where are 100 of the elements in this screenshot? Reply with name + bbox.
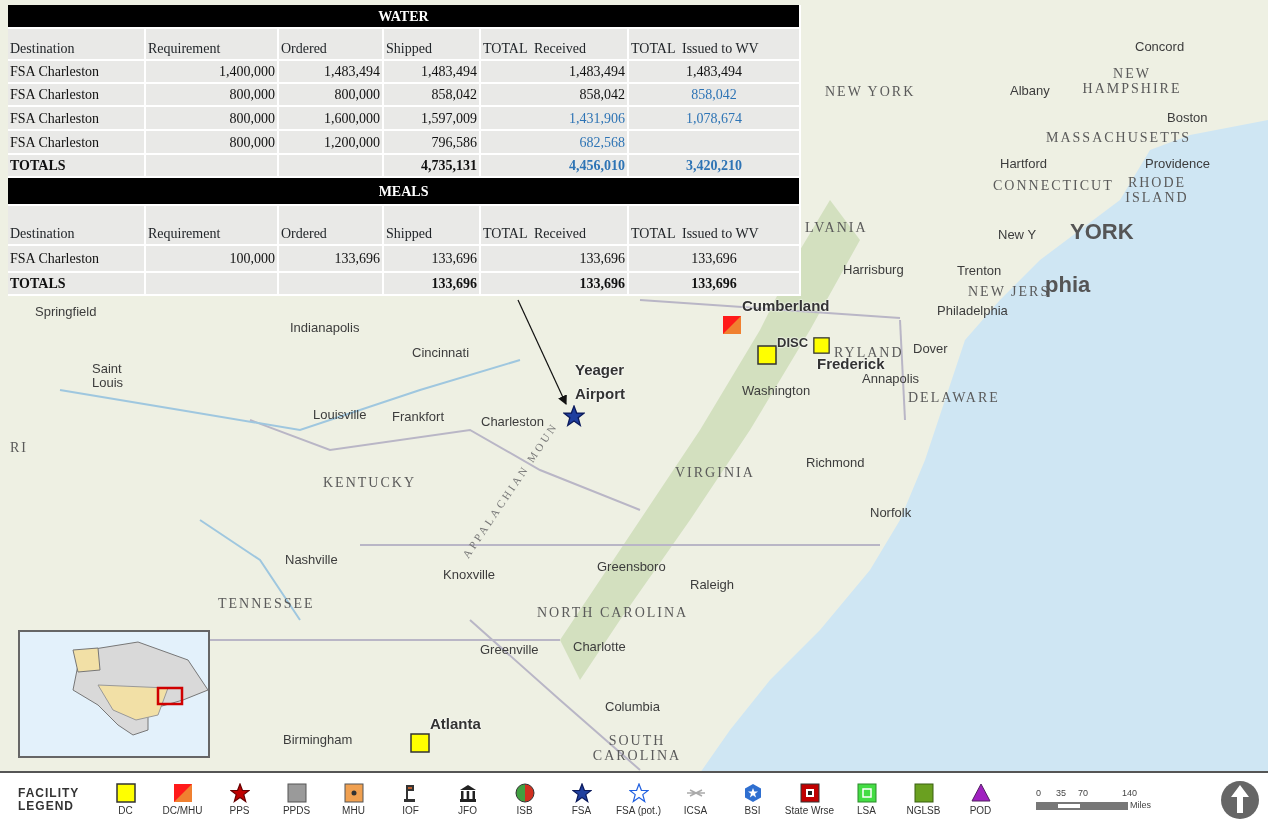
legend-label: BSI [744,803,761,818]
city-label: Boston [1167,111,1208,126]
scale-tick-label: 70 [1078,787,1088,801]
city-label: Trenton [957,264,1002,279]
half-circle-icon [514,782,535,803]
hexagon-star-icon [742,782,763,803]
state-label: RHODE ISLAND [1124,175,1190,206]
table-cell: 800,000 [229,87,275,102]
table-cell: 1,400,000 [219,64,275,79]
star-icon [229,782,250,803]
state-label: KENTUCKY [323,475,416,491]
table-cell: 1,483,494 [686,64,742,79]
totals-label: TOTALS [10,158,66,173]
state-label: LVANIA [805,220,868,236]
city-label: Charleston [481,415,544,429]
state-label: NEW HAMPSHIRE [1082,66,1182,97]
city-label: Concord [1135,40,1185,55]
legend-title: FACILITY LEGEND [18,787,81,813]
legend-label: FSA (pot.) [616,803,661,818]
city-label: Philadelphia [937,304,1008,319]
state-label: NORTH CAROLINA [537,605,689,621]
state-label: SOUTH CAROLINA [591,733,683,764]
framed-square-icon [856,782,877,803]
column-header: TOTAL Issued to WV [628,205,801,245]
table-cell: 1,483,494 [569,64,625,79]
state-label: RI [10,440,28,456]
column-header: TOTAL Received [480,28,628,60]
column-header: Shipped [383,205,480,245]
table-title: MEALS [8,178,801,205]
legend-label: NGLSB [906,803,941,818]
city-label: Washington [742,384,811,399]
legend-label: PPS [229,803,250,818]
table-cell: FSA Charleston [10,110,100,126]
state-label: NEW YORK [825,84,916,100]
column-header: Ordered [278,28,383,60]
facility-marker-icon [813,337,830,354]
table-cell: 1,078,674 [686,110,742,126]
column-header: Requirement [145,205,278,245]
building-icon [457,782,478,803]
scale-tick-label: 35 [1056,787,1066,801]
table-cell: 100,000 [229,251,275,266]
split-square-icon [172,782,193,803]
column-header: TOTAL Received [480,205,628,245]
city-label: Columbia [605,700,660,715]
table-cell: 1,431,906 [569,110,625,126]
column-header: Shipped [383,28,480,60]
table-cell: 1,483,494 [421,64,477,79]
city-label: Hartford [1000,157,1047,172]
column-header: TOTAL Issued to WV [628,28,800,60]
table-cell: 133,696 [579,251,625,266]
table-cell: FSA Charleston [10,134,100,150]
facility-marker-icon [410,733,430,753]
table-cell: 796,586 [431,134,477,150]
state-label: TENNESSEE [218,596,315,612]
star-outline-icon [628,782,649,803]
table-cell: 858,042 [691,87,737,102]
facility-label: Cumberland [742,298,830,315]
column-header: Ordered [278,205,383,245]
city-label: Cincinnati [412,346,470,361]
legend-label: LSA [857,803,876,818]
column-header: Requirement [145,28,278,60]
city-label: Frankfort [392,410,444,425]
table-cell: 858,042 [579,87,625,102]
city-label: Harrisburg [843,263,904,278]
city-label: Annapolis [862,372,920,387]
state-label: CONNECTICUT [993,178,1114,194]
state-label: MASSACHUSETTS [1046,130,1192,146]
city-label: New Y [998,228,1037,243]
legend-label: DC [118,803,133,818]
city-label: Indianapolis [290,321,360,336]
table-cell: 858,042 [431,87,477,102]
legend-label: FSA [571,803,592,818]
table-cell: 1,600,000 [324,110,380,126]
table-title: WATER [8,5,800,28]
split-facility-marker-icon [722,315,742,335]
square-icon [115,782,136,803]
legend-label: DC/MHU [162,803,203,818]
table-cell: 1,483,494 [324,64,380,79]
table-cell: FSA Charleston [10,87,100,102]
city-label: Dover [913,342,948,357]
table-cell: 682,568 [579,134,625,150]
table-cell: FSA Charleston [10,64,100,79]
table-cell: 1,200,000 [324,134,380,150]
legend-label: MHU [342,803,365,818]
state-label: DELAWARE [908,390,1000,406]
state-label: VIRGINIA [675,465,755,481]
city-label: Norfolk [870,506,912,521]
square-icon [286,782,307,803]
table-cell: 800,000 [334,87,380,102]
scale-unit: Miles [1130,799,1151,813]
table-cell: FSA Charleston [10,251,100,266]
star-icon [571,782,592,803]
table-cell: 133,696 [334,251,380,266]
city-label: Birmingham [283,733,353,748]
dotted-square-icon [343,782,364,803]
scale-tick-label: 140 [1122,787,1138,801]
facility-label: Yeager [575,362,625,379]
facility-label: Airport [575,386,625,403]
legend-label: IOF [402,803,419,818]
scale-tick-label: 0 [1036,787,1041,801]
